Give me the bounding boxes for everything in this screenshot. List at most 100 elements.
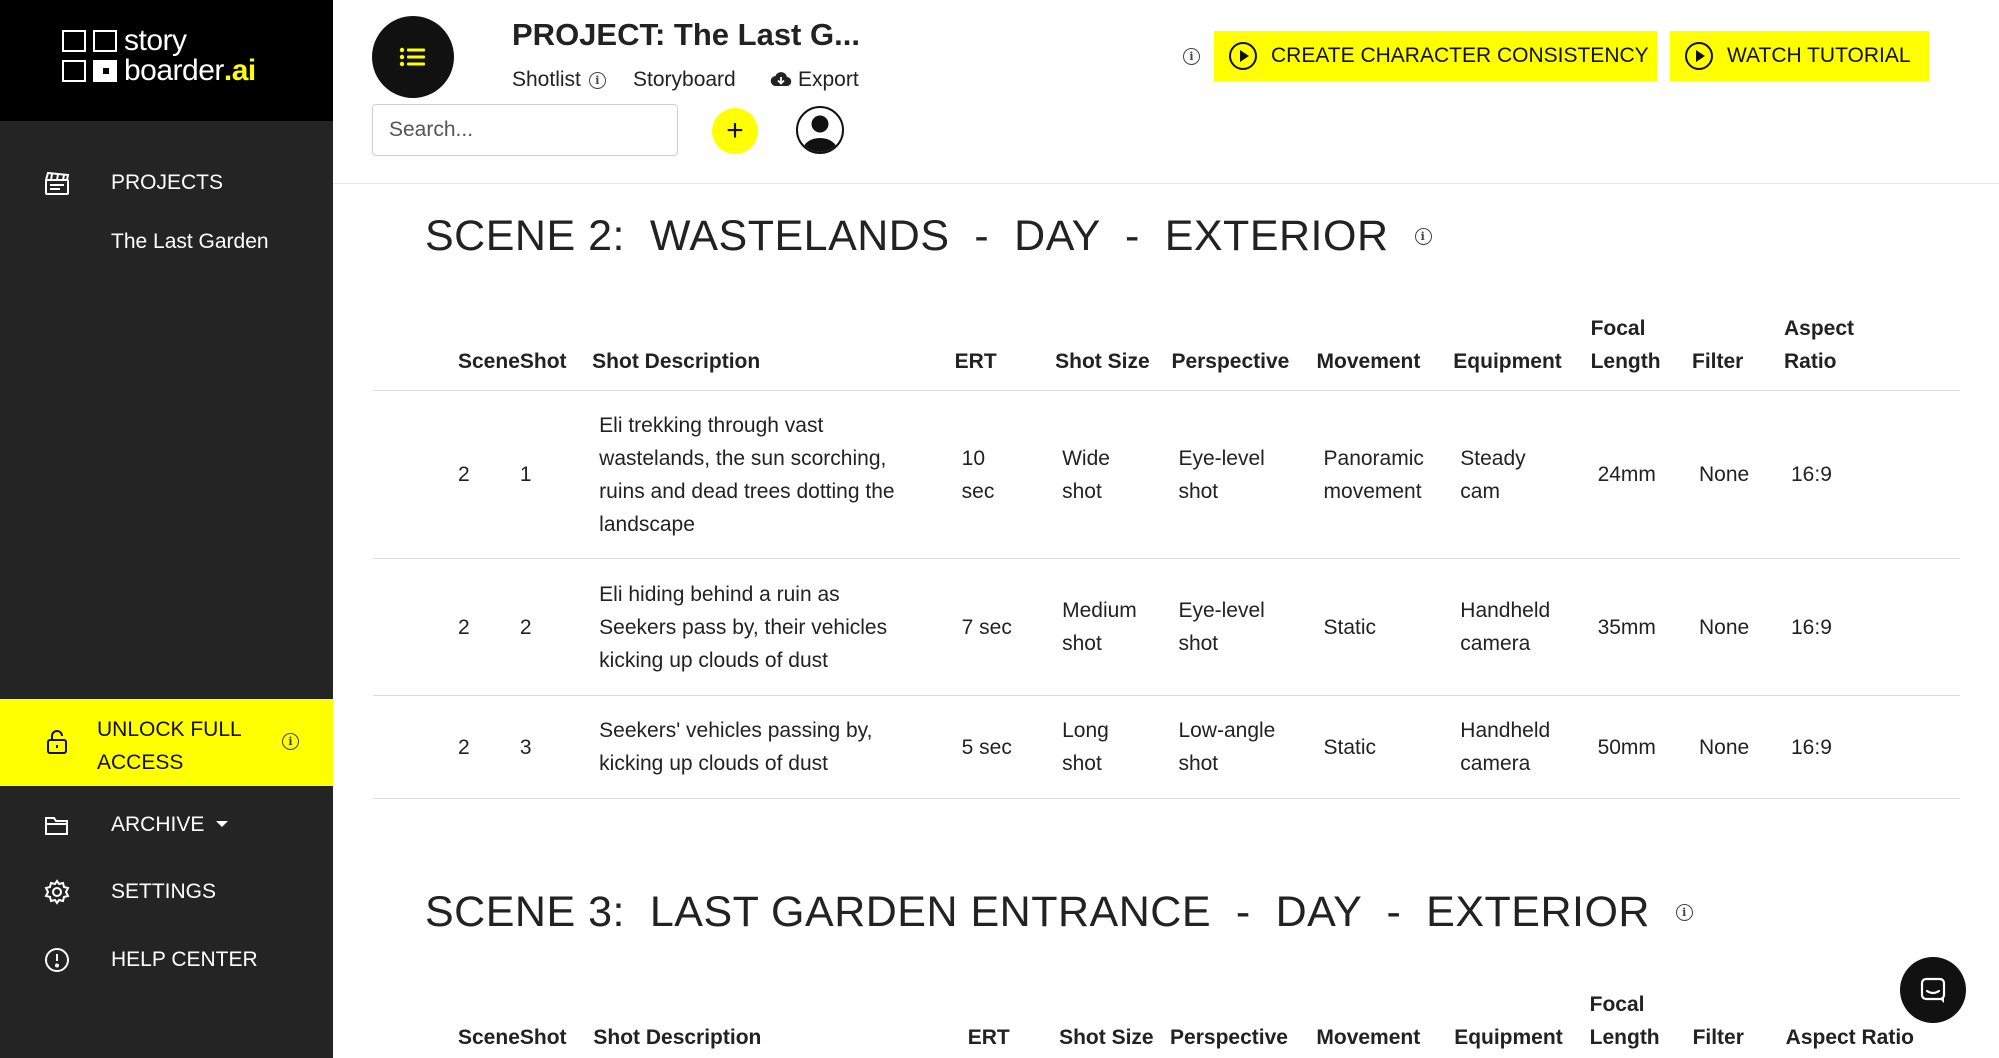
cell-description[interactable]: Seekers' vehicles passing by, kicking up… [592,695,955,799]
cell-scene: 2 [373,558,520,696]
cell-shot: 2 [519,558,593,696]
column-header-ert: ERT [961,988,1060,1058]
cell-aspect-ratio[interactable]: 16:9 [1784,390,1960,559]
create-character-consistency-button[interactable]: CREATE CHARACTER CONSISTENCY [1214,31,1657,81]
cell-aspect-ratio[interactable]: 16:9 [1784,695,1960,799]
chat-icon [1920,977,1946,1003]
sidebar-item-projects[interactable]: PROJECTS [0,166,333,200]
cell-filter[interactable]: None [1692,558,1784,696]
button-label: WATCH TUTORIAL [1727,44,1911,67]
cell-shot-size[interactable]: Long shot [1055,695,1172,799]
top-header: PROJECT: The Last G... Shotlist i Storyb… [333,0,1999,184]
cell-aspect-ratio[interactable]: 16:9 [1784,558,1960,696]
cell-perspective[interactable]: Eye-level shot [1171,558,1317,696]
info-icon[interactable]: i [282,733,299,750]
sidebar-item-archive[interactable]: ARCHIVE [0,808,333,842]
column-header-shot: Shot [519,988,594,1058]
cell-scene: 2 [373,695,520,799]
cell-equipment[interactable]: Handheld camera [1453,558,1591,696]
cell-focal-length[interactable]: 24mm [1590,390,1693,559]
watch-tutorial-button[interactable]: WATCH TUTORIAL [1670,31,1929,81]
button-label: CREATE CHARACTER CONSISTENCY [1271,44,1649,67]
info-icon[interactable]: i [1414,228,1432,245]
column-header-shot-description: Shot Description [592,312,955,391]
cell-focal-length[interactable]: 35mm [1590,558,1693,696]
unlock-label: UNLOCK FULL ACCESS [97,718,241,774]
cell-perspective[interactable]: Low-angle shot [1171,695,1317,799]
column-header-equipment: Equipment [1453,312,1591,391]
cloud-download-icon [770,72,792,87]
list-menu-button[interactable] [372,16,454,98]
column-header-scene: Scene [373,312,520,391]
tab-label: Export [798,68,859,91]
scene-title: SCENE 2: WASTELANDS - DAY - EXTERIOR i [425,212,1432,261]
lock-icon [42,727,72,757]
cell-perspective[interactable]: Eye-level shot [1171,390,1317,559]
column-header-equipment: Equipment [1454,988,1590,1058]
cell-description[interactable]: Eli trekking through vast wastelands, th… [592,390,955,559]
cell-movement[interactable]: Static [1316,558,1454,696]
sidebar-item-help-center[interactable]: HELP CENTER [0,943,333,977]
table-header-row: Scene Shot Shot Description ERT Shot Siz… [373,988,1960,1058]
cell-movement[interactable]: Panoramic movement [1316,390,1454,559]
column-header-filter: Filter [1692,312,1784,391]
cell-movement[interactable]: Static [1316,695,1454,799]
sidebar-item-label: SETTINGS [111,880,217,903]
search-input[interactable] [372,104,678,156]
tab-export[interactable]: Export [770,68,859,92]
sidebar-item-label: PROJECTS [111,171,224,194]
chat-support-button[interactable] [1900,957,1966,1023]
info-icon[interactable]: i [1183,48,1200,65]
cell-filter[interactable]: None [1692,390,1784,559]
list-icon [399,47,425,67]
scene-title-text: SCENE 3: LAST GARDEN ENTRANCE - DAY - EX… [425,888,1650,936]
column-header-scene: Scene [373,988,520,1058]
column-header-ert: ERT [954,312,1056,391]
cell-shot-size[interactable]: Wide shot [1055,390,1172,559]
table-header-row: Scene Shot Shot Description ERT Shot Siz… [373,312,1960,391]
shot-table: Scene Shot Shot Description ERT Shot Siz… [373,312,1960,799]
cell-equipment[interactable]: Steady cam [1453,390,1591,559]
cell-filter[interactable]: None [1692,695,1784,799]
info-icon[interactable]: i [1675,904,1693,921]
scene-title: SCENE 3: LAST GARDEN ENTRANCE - DAY - EX… [425,888,1693,937]
tab-storyboard[interactable]: Storyboard [633,68,736,92]
column-header-perspective: Perspective [1171,312,1317,391]
column-header-shot-size: Shot Size [1059,988,1171,1058]
logo-icon [62,30,120,84]
cell-description[interactable]: Eli hiding behind a ruin as Seekers pass… [592,558,955,696]
play-icon [1229,42,1257,70]
tab-shotlist[interactable]: Shotlist i [512,68,606,92]
chevron-down-icon [216,821,228,827]
cell-shot-size[interactable]: Medium shot [1055,558,1172,696]
cell-focal-length[interactable]: 50mm [1590,695,1693,799]
column-header-shot: Shot [519,312,593,391]
cell-ert[interactable]: 5 sec [954,695,1056,799]
sidebar-item-label: ARCHIVE [111,813,205,836]
table-row[interactable]: 2 2 Eli hiding behind a ruin as Seekers … [373,558,1960,696]
scene-title-text: SCENE 2: WASTELANDS - DAY - EXTERIOR [425,212,1389,260]
table-row[interactable]: 2 3 Seekers' vehicles passing by, kickin… [373,695,1960,799]
column-header-movement: Movement [1316,988,1455,1058]
column-header-focal-length: Focal Length [1589,988,1693,1058]
tab-label: Shotlist [512,68,581,91]
logo-bar: story boarder.ai [0,0,333,121]
cell-shot: 3 [519,695,593,799]
info-icon[interactable]: i [588,71,606,89]
table-row[interactable]: 2 1 Eli trekking through vast wastelands… [373,390,1960,559]
project-title: PROJECT: The Last G... [512,17,860,52]
sidebar-item-the-last-garden[interactable]: The Last Garden [0,225,333,259]
unlock-full-access-button[interactable]: UNLOCK FULL ACCESS i [0,699,333,786]
column-header-aspect-ratio: Aspect Ratio [1784,312,1960,391]
column-header-shot-description: Shot Description [593,988,962,1058]
cell-equipment[interactable]: Handheld camera [1453,695,1591,799]
sidebar-item-label: HELP CENTER [111,948,258,971]
column-header-filter: Filter [1692,988,1786,1058]
sidebar-item-settings[interactable]: SETTINGS [0,875,333,909]
cell-ert[interactable]: 7 sec [954,558,1056,696]
sidebar-item-label: The Last Garden [111,230,269,253]
add-button[interactable]: + [712,108,758,154]
alert-circle-icon [42,945,72,975]
user-avatar[interactable] [796,106,844,154]
cell-ert[interactable]: 10 sec [954,390,1056,559]
